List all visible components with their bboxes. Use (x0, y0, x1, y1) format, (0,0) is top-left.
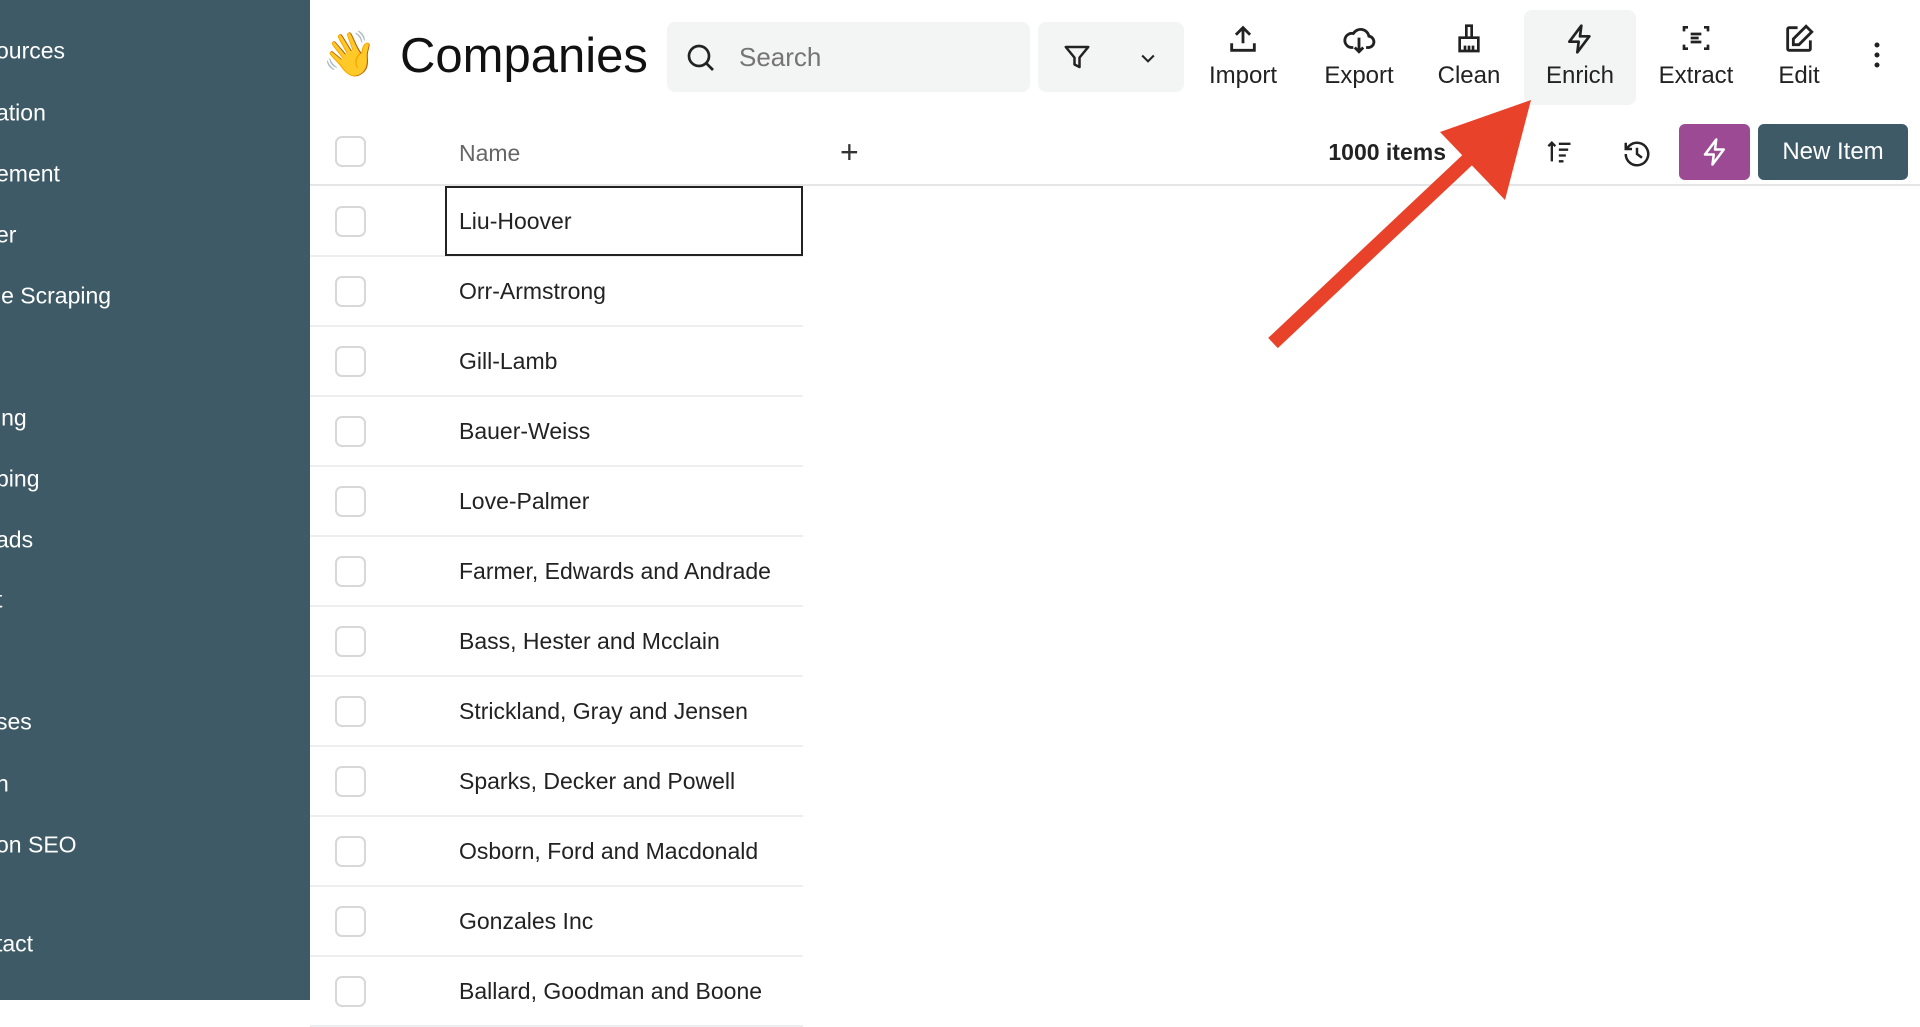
row-checkbox[interactable] (335, 486, 366, 517)
search-input[interactable] (739, 22, 1019, 92)
edit-label: Edit (1778, 62, 1820, 89)
company-name-cell[interactable]: Gill-Lamb (459, 327, 795, 395)
enrich-all-button[interactable] (1679, 124, 1750, 180)
sidebar-item[interactable]: t (0, 587, 2, 614)
sidebar-item[interactable]: ement (0, 161, 60, 188)
table-row[interactable]: Osborn, Ford and Macdonald (310, 817, 803, 887)
extract-button[interactable]: Extract (1640, 10, 1752, 105)
row-checkbox[interactable] (335, 766, 366, 797)
export-button[interactable]: Export (1303, 10, 1415, 105)
company-name-cell[interactable]: Gonzales Inc (459, 887, 795, 955)
search-box[interactable] (667, 22, 1030, 92)
lightning-icon (1703, 138, 1725, 166)
cloud-download-icon (1343, 27, 1376, 54)
more-options-icon[interactable] (1866, 40, 1888, 70)
row-checkbox[interactable] (335, 276, 366, 307)
filter-icon (1064, 45, 1090, 69)
enrich-button[interactable]: Enrich (1524, 10, 1636, 105)
export-label: Export (1324, 62, 1394, 89)
company-name-cell[interactable]: Osborn, Ford and Macdonald (459, 817, 795, 885)
select-all-checkbox[interactable] (335, 136, 366, 167)
lightning-icon (1568, 24, 1591, 54)
table-row[interactable]: Gill-Lamb (310, 327, 803, 397)
sort-icon[interactable] (1545, 138, 1575, 166)
view-icon[interactable] (1472, 140, 1498, 166)
page-title: Companies (400, 29, 648, 83)
sidebar-item[interactable]: on SEO (0, 832, 77, 859)
company-name-cell[interactable]: Strickland, Gray and Jensen (459, 677, 795, 745)
sidebar-item[interactable]: le Scraping (0, 283, 111, 310)
table-row[interactable]: Ballard, Goodman and Boone (310, 957, 803, 1027)
company-name-cell[interactable]: Love-Palmer (459, 467, 795, 535)
clean-label: Clean (1437, 62, 1501, 89)
company-name-cell[interactable]: Liu-Hoover (445, 186, 803, 256)
row-checkbox[interactable] (335, 206, 366, 237)
enrich-label: Enrich (1545, 62, 1615, 89)
row-checkbox[interactable] (335, 416, 366, 447)
sidebar-item[interactable]: ation (0, 100, 46, 127)
sidebar: ources ation ement er le Scraping ing pi… (0, 0, 310, 1000)
edit-icon (1786, 24, 1814, 52)
sidebar-item[interactable]: n (0, 771, 9, 798)
waving-hand-icon: 👋 (322, 30, 377, 79)
company-name-cell[interactable]: Farmer, Edwards and Andrade (459, 537, 795, 605)
search-icon (687, 44, 714, 71)
import-button[interactable]: Import (1187, 10, 1299, 105)
company-name-cell[interactable]: Sparks, Decker and Powell (459, 747, 795, 815)
table-row[interactable]: Sparks, Decker and Powell (310, 747, 803, 817)
clean-button[interactable]: Clean (1413, 10, 1525, 105)
table-row[interactable]: Gonzales Inc (310, 887, 803, 957)
table-row[interactable]: Love-Palmer (310, 467, 803, 537)
add-column-button[interactable]: + (840, 134, 859, 171)
row-checkbox[interactable] (335, 836, 366, 867)
sidebar-item[interactable]: ing (0, 405, 27, 432)
row-checkbox[interactable] (335, 346, 366, 377)
import-label: Import (1208, 62, 1277, 89)
sidebar-item[interactable]: ads (0, 527, 33, 554)
column-header-name[interactable]: Name (459, 140, 520, 167)
company-name-cell[interactable]: Bauer-Weiss (459, 397, 795, 465)
table-row[interactable]: Bass, Hester and Mcclain (310, 607, 803, 677)
company-name-cell[interactable]: Ballard, Goodman and Boone (459, 957, 795, 1025)
sidebar-item[interactable]: tact (0, 931, 33, 958)
sidebar-item[interactable]: ping (0, 466, 39, 493)
row-checkbox[interactable] (335, 976, 366, 1007)
broom-icon (1458, 24, 1480, 53)
row-checkbox[interactable] (335, 556, 366, 587)
table-row[interactable]: Orr-Armstrong (310, 257, 803, 327)
chevron-down-icon (1141, 54, 1155, 63)
sidebar-item[interactable]: ources (0, 38, 65, 65)
table-row[interactable]: Farmer, Edwards and Andrade (310, 537, 803, 607)
company-name-cell[interactable]: Orr-Armstrong (459, 257, 795, 325)
edit-button[interactable]: Edit (1743, 10, 1855, 105)
history-icon[interactable] (1622, 139, 1652, 169)
row-checkbox[interactable] (335, 906, 366, 937)
table-row[interactable]: Liu-Hoover (310, 186, 803, 257)
sidebar-item[interactable]: er (0, 222, 16, 249)
row-checkbox[interactable] (335, 696, 366, 727)
table-row[interactable]: Strickland, Gray and Jensen (310, 677, 803, 747)
new-item-button[interactable]: New Item (1758, 124, 1908, 180)
upload-icon (1230, 25, 1256, 52)
extract-label: Extract (1658, 62, 1734, 89)
scan-text-icon (1682, 26, 1710, 50)
sidebar-item[interactable]: ses (0, 709, 32, 736)
item-count: 1000 items (1328, 139, 1446, 165)
row-checkbox[interactable] (335, 626, 366, 657)
company-name-cell[interactable]: Bass, Hester and Mcclain (459, 607, 795, 675)
table-row[interactable]: Bauer-Weiss (310, 397, 803, 467)
filter-button[interactable] (1038, 22, 1184, 92)
